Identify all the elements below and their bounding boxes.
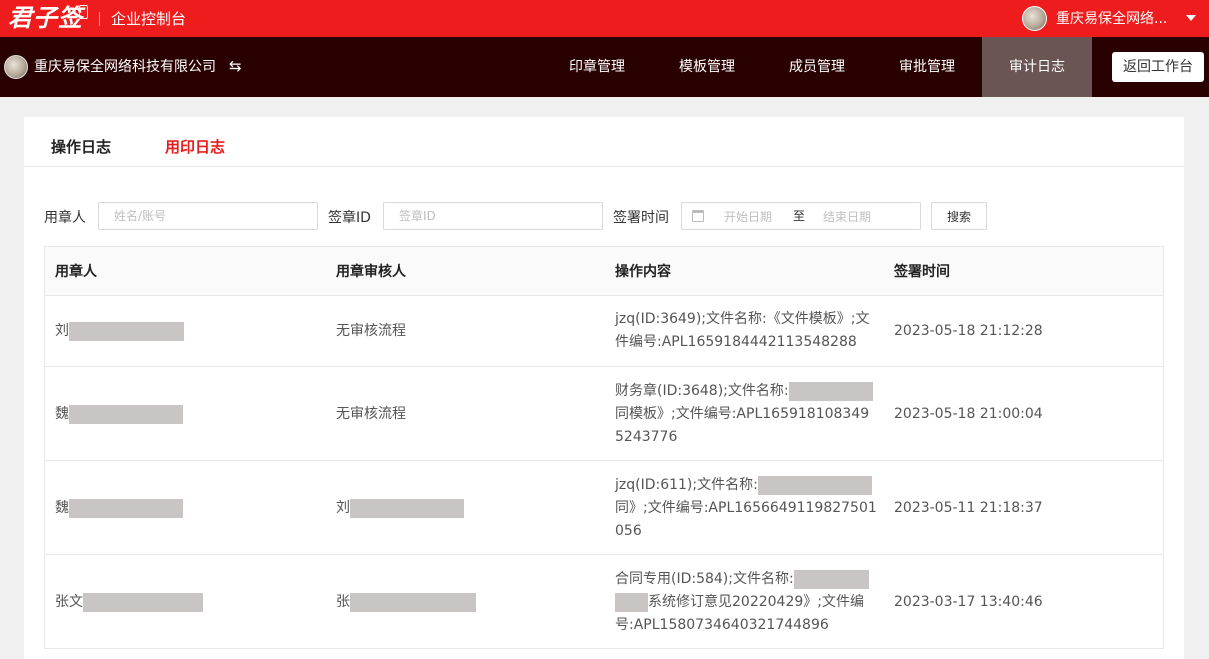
redacted-block <box>83 592 203 612</box>
column-header-content: 操作内容 <box>615 264 671 280</box>
table-row: 张文 张 合同专用(ID:584);文件名称: 系统修订意见20220429》;文… <box>45 555 1163 649</box>
seal-id-input[interactable] <box>383 202 603 230</box>
row-reviewer-cell: 无审核流程 <box>336 323 406 339</box>
row-user-cell: 魏 <box>55 403 183 426</box>
table-header: 用章人 用章审核人 操作内容 签署时间 <box>45 247 1163 296</box>
nav-item-approval-management[interactable]: 审批管理 <box>872 37 982 97</box>
user-filter-label: 用章人 <box>44 210 86 226</box>
row-time-cell: 2023-05-18 21:00:04 <box>894 406 1043 422</box>
row-content-cell: jzq(ID:611);文件名称: 同》;文件编号:APL165664911982… <box>615 474 877 543</box>
row-user-cell: 刘 <box>55 320 184 343</box>
start-date-input[interactable]: 开始日期 <box>724 209 772 225</box>
row-content-suffix: 同》;文件编号:APL1656649119827501056 <box>615 500 877 539</box>
row-reviewer-cell: 刘 <box>336 497 464 520</box>
redacted-block <box>793 569 869 589</box>
row-user-cell: 张文 <box>55 591 203 614</box>
row-content-prefix: 财务章(ID:3648);文件名称: <box>615 383 789 399</box>
switch-company-icon[interactable]: ⇆ <box>229 56 242 76</box>
row-user-name: 张文 <box>55 594 83 610</box>
logo-divider <box>99 12 100 26</box>
calendar-icon <box>692 210 704 222</box>
row-user-name: 刘 <box>55 323 69 339</box>
seal-id-filter-label: 签章ID <box>328 210 371 226</box>
sign-time-filter-label: 签署时间 <box>613 210 669 226</box>
row-user-name: 魏 <box>55 500 69 516</box>
row-user-name: 魏 <box>55 406 69 422</box>
user-name[interactable]: 重庆易保全网络... <box>1056 9 1176 29</box>
brand-logo[interactable]: 君子签 <box>8 2 83 34</box>
top-bar: 君子签 企业控制台 重庆易保全网络... <box>0 0 1209 37</box>
row-content-cell: 合同专用(ID:584);文件名称: 系统修订意见20220429》;文件编号:A… <box>615 568 877 637</box>
column-header-sign-time: 签署时间 <box>894 264 950 280</box>
redacted-block <box>69 321 184 341</box>
search-button[interactable]: 搜索 <box>931 202 987 230</box>
logo-seal-icon <box>79 5 88 19</box>
user-avatar[interactable] <box>1022 6 1047 31</box>
seal-usage-table: 用章人 用章审核人 操作内容 签署时间 刘 无审核流程 jzq(ID:3649)… <box>44 246 1164 649</box>
date-range-picker[interactable]: 开始日期 至 结束日期 <box>681 202 921 230</box>
redacted-block <box>350 498 464 518</box>
row-time-cell: 2023-05-11 21:18:37 <box>894 500 1043 516</box>
company-name: 重庆易保全网络科技有限公司 <box>34 59 216 75</box>
table-row: 魏 刘 jzq(ID:611);文件名称: 同》;文件编号:APL16566491… <box>45 461 1163 555</box>
redacted-block <box>757 475 872 495</box>
content-card: 操作日志 用印日志 用章人 签章ID 签署时间 开始日期 至 结束日期 搜索 用… <box>24 117 1184 659</box>
back-to-workbench-button[interactable]: 返回工作台 <box>1112 52 1204 82</box>
tab-operation-log[interactable]: 操作日志 <box>51 137 111 157</box>
row-content-cell: 财务章(ID:3648);文件名称: 同模板》;文件编号:APL165918108… <box>615 380 877 449</box>
row-time-cell: 2023-03-17 13:40:46 <box>894 594 1043 610</box>
end-date-input[interactable]: 结束日期 <box>823 209 871 225</box>
redacted-block <box>69 498 183 518</box>
nav-item-template-management[interactable]: 模板管理 <box>652 37 762 97</box>
redacted-block <box>788 381 873 401</box>
row-content-prefix: jzq(ID:611);文件名称: <box>615 477 758 493</box>
row-content-suffix: 系统修订意见20220429》;文件编号:APL1580734640321744… <box>615 594 864 633</box>
nav-item-audit-log[interactable]: 审计日志 <box>982 37 1092 97</box>
user-menu-caret-down-icon[interactable] <box>1186 15 1196 21</box>
row-content-cell: jzq(ID:3649);文件名称:《文件模板》;文件编号:APL1659184… <box>615 311 870 350</box>
column-header-user: 用章人 <box>55 264 97 280</box>
date-range-separator: 至 <box>793 209 806 223</box>
row-reviewer-cell: 无审核流程 <box>336 406 406 422</box>
column-header-reviewer: 用章审核人 <box>336 264 406 280</box>
nav-item-seal-management[interactable]: 印章管理 <box>542 37 652 97</box>
main-navbar: 重庆易保全网络科技有限公司 ⇆ 印章管理 模板管理 成员管理 审批管理 审计日志… <box>0 37 1209 97</box>
row-reviewer-name: 刘 <box>336 500 350 516</box>
redacted-block <box>615 592 648 612</box>
log-tabs: 操作日志 用印日志 <box>24 117 1184 167</box>
row-content-prefix: 合同专用(ID:584);文件名称: <box>615 571 794 587</box>
row-user-cell: 魏 <box>55 497 183 520</box>
redacted-block <box>350 592 476 612</box>
row-reviewer-cell: 张 <box>336 591 476 614</box>
row-reviewer-name: 张 <box>336 594 350 610</box>
nav-item-member-management[interactable]: 成员管理 <box>762 37 872 97</box>
company-avatar <box>4 55 28 79</box>
console-title: 企业控制台 <box>111 10 187 28</box>
table-row: 刘 无审核流程 jzq(ID:3649);文件名称:《文件模板》;文件编号:AP… <box>45 296 1163 367</box>
user-search-input[interactable] <box>98 202 318 230</box>
row-time-cell: 2023-05-18 21:12:28 <box>894 323 1043 339</box>
tab-seal-usage-log[interactable]: 用印日志 <box>165 137 225 157</box>
row-content-suffix: 同模板》;文件编号:APL1659181083495243776 <box>615 406 870 445</box>
table-row: 魏 无审核流程 财务章(ID:3648);文件名称: 同模板》;文件编号:APL1… <box>45 367 1163 461</box>
redacted-block <box>69 404 183 424</box>
